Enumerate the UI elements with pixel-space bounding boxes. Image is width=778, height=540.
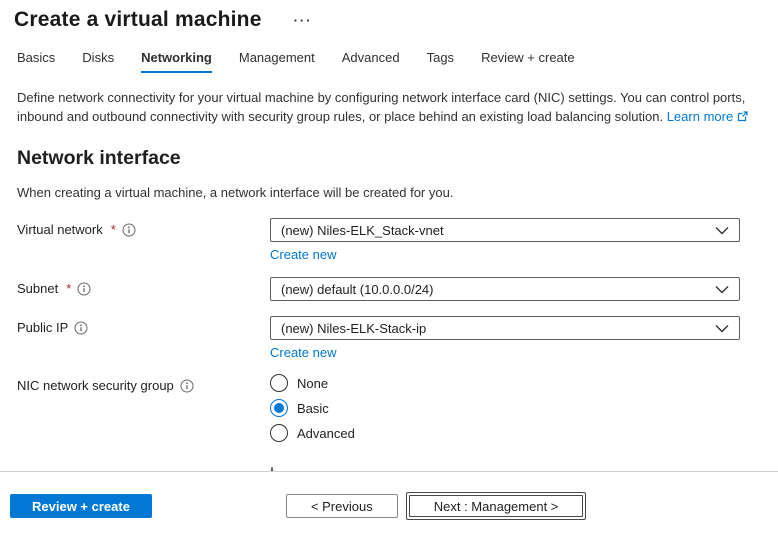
- required-asterisk: *: [110, 222, 116, 237]
- nsg-basic-label: Basic: [297, 400, 329, 416]
- virtual-network-value: (new) Niles-ELK_Stack-vnet: [281, 222, 444, 238]
- virtual-network-control: (new) Niles-ELK_Stack-vnet Create new: [270, 218, 740, 262]
- subnet-row: Subnet * (new) default (10.0.0.0/24): [0, 277, 778, 301]
- info-icon[interactable]: [77, 282, 91, 296]
- chevron-down-icon: [715, 324, 729, 333]
- intro-text-body: Define network connectivity for your vir…: [17, 90, 746, 124]
- nic-nsg-label: NIC network security group: [17, 374, 270, 393]
- nsg-radio-none[interactable]: None: [270, 374, 740, 392]
- nsg-radio-advanced[interactable]: Advanced: [270, 424, 740, 442]
- network-interface-heading: Network interface: [17, 147, 181, 169]
- external-link-icon: [737, 111, 748, 122]
- tab-review-create[interactable]: Review + create: [481, 50, 575, 73]
- wizard-tabs: Basics Disks Networking Management Advan…: [17, 50, 778, 73]
- learn-more-link[interactable]: Learn more: [667, 107, 748, 126]
- virtual-network-label: Virtual network *: [17, 218, 270, 237]
- next-management-button[interactable]: Next : Management >: [405, 492, 587, 520]
- radio-circle-icon: [270, 374, 288, 392]
- page-header: Create a virtual machine ···: [0, 0, 778, 32]
- previous-button[interactable]: < Previous: [285, 494, 398, 518]
- public-ip-dropdown[interactable]: (new) Niles-ELK-Stack-ip: [270, 316, 740, 340]
- tab-advanced[interactable]: Advanced: [342, 50, 400, 73]
- networking-form: Virtual network * (new) Niles-ELK_Stack-v…: [0, 218, 778, 449]
- public-ip-control: (new) Niles-ELK-Stack-ip Create new: [270, 316, 740, 360]
- radio-circle-icon: [270, 399, 288, 417]
- subnet-control: (new) default (10.0.0.0/24): [270, 277, 740, 301]
- public-ip-row: Public IP (new) Niles-ELK-Stack-ip Creat…: [0, 316, 778, 360]
- chevron-down-icon: [715, 226, 729, 235]
- nsg-radio-basic[interactable]: Basic: [270, 399, 740, 417]
- nsg-advanced-label: Advanced: [297, 425, 355, 441]
- virtual-network-row: Virtual network * (new) Niles-ELK_Stack-v…: [0, 218, 778, 262]
- nic-nsg-radio-group: None Basic Advanced: [270, 374, 740, 449]
- tab-disks[interactable]: Disks: [82, 50, 114, 73]
- info-icon[interactable]: [74, 321, 88, 335]
- subnet-label: Subnet *: [17, 277, 270, 296]
- info-icon[interactable]: [122, 223, 136, 237]
- virtual-network-dropdown[interactable]: (new) Niles-ELK_Stack-vnet: [270, 218, 740, 242]
- tab-basics[interactable]: Basics: [17, 50, 55, 73]
- subnet-dropdown[interactable]: (new) default (10.0.0.0/24): [270, 277, 740, 301]
- nic-nsg-label-text: NIC network security group: [17, 378, 174, 393]
- virtual-network-create-new-link[interactable]: Create new: [270, 247, 336, 262]
- intro-text: Define network connectivity for your vir…: [17, 88, 753, 126]
- footer-actions: Review + create < Previous Next : Manage…: [10, 491, 587, 521]
- more-options-button[interactable]: ···: [292, 10, 315, 31]
- tab-management[interactable]: Management: [239, 50, 315, 73]
- chevron-down-icon: [715, 285, 729, 294]
- subnet-label-text: Subnet: [17, 281, 59, 296]
- create-vm-page: Create a virtual machine ··· Basics Disk…: [0, 0, 778, 540]
- nic-nsg-row: NIC network security group None Basic Ad…: [0, 374, 778, 449]
- info-icon[interactable]: [180, 379, 194, 393]
- required-asterisk: *: [66, 281, 72, 296]
- nsg-none-label: None: [297, 375, 329, 391]
- network-interface-description: When creating a virtual machine, a netwo…: [17, 185, 454, 200]
- page-title: Create a virtual machine: [14, 8, 262, 31]
- subnet-value: (new) default (10.0.0.0/24): [281, 281, 434, 297]
- tab-networking[interactable]: Networking: [141, 50, 212, 73]
- public-ip-value: (new) Niles-ELK-Stack-ip: [281, 320, 427, 336]
- tab-tags[interactable]: Tags: [427, 50, 454, 73]
- public-ip-label-text: Public IP: [17, 320, 69, 335]
- public-ip-label: Public IP: [17, 316, 270, 335]
- learn-more-label: Learn more: [666, 109, 734, 124]
- footer-divider: [0, 471, 778, 472]
- radio-circle-icon: [270, 424, 288, 442]
- review-create-button[interactable]: Review + create: [10, 494, 152, 518]
- public-ip-create-new-link[interactable]: Create new: [270, 345, 336, 360]
- virtual-network-label-text: Virtual network: [17, 222, 103, 237]
